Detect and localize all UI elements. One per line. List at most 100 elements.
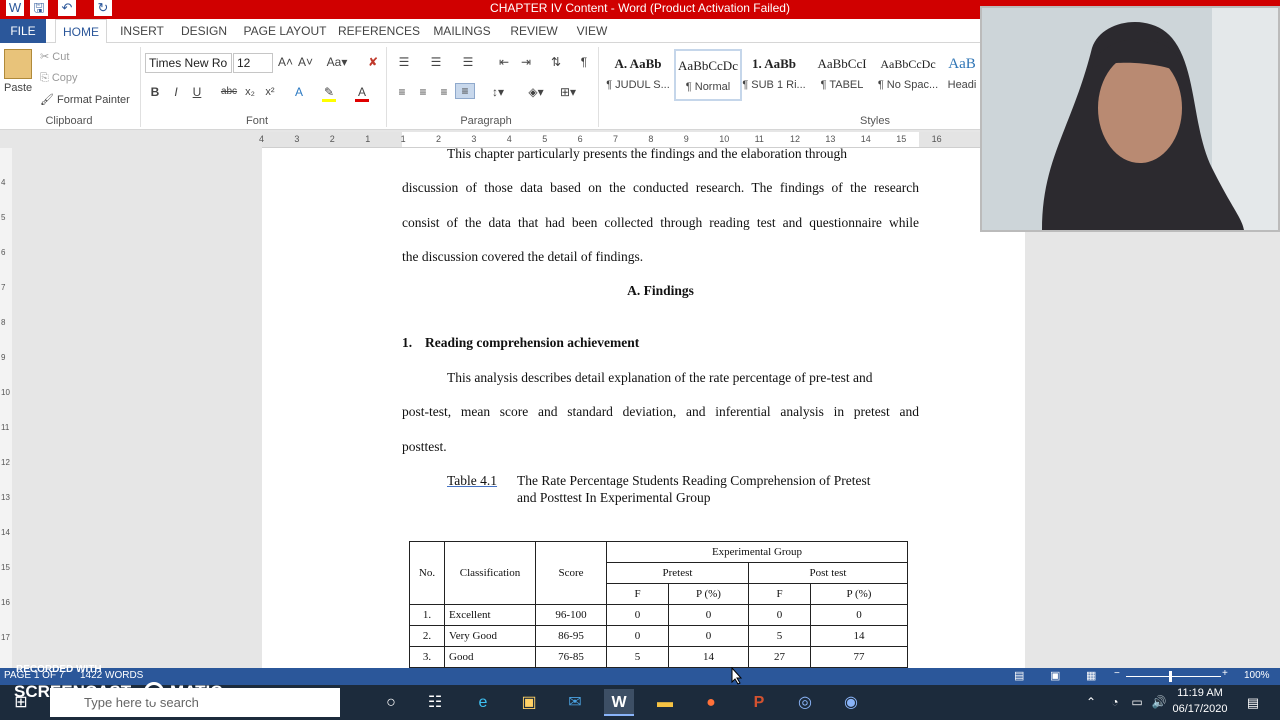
font-size-combo[interactable]: 12 <box>233 53 273 73</box>
decrease-indent-icon[interactable]: ⇤ <box>496 55 512 69</box>
header-score: Score <box>535 541 607 605</box>
powerpoint-icon[interactable]: P <box>744 689 774 716</box>
network-app-icon[interactable]: ◎ <box>790 689 820 716</box>
horizontal-ruler[interactable]: 4 3 2 1 1 2 3 4 5 6 7 8 9 10 11 12 13 14 15 16 <box>259 132 980 148</box>
grow-font-icon[interactable]: A˄ <box>278 55 293 69</box>
style-judul[interactable]: A. AaBb ¶ JUDUL S... <box>604 49 672 101</box>
align-center-icon[interactable]: ≡ <box>415 85 431 99</box>
clock-time[interactable]: 11:19 AM <box>1168 687 1232 699</box>
italic-icon[interactable]: I <box>169 85 183 99</box>
screen-recorder-icon[interactable]: ◉ <box>836 689 866 716</box>
cell-post-f: 5 <box>748 625 811 647</box>
cell-pre-f: 5 <box>606 646 669 668</box>
file-explorer-icon[interactable]: ▬ <box>650 689 680 716</box>
zoom-slider-thumb[interactable] <box>1169 671 1172 682</box>
notification-icon[interactable]: ▤ <box>1238 689 1268 716</box>
show-marks-icon[interactable]: ¶ <box>576 55 592 69</box>
style-tabel[interactable]: AaBbCcI ¶ TABEL <box>808 49 876 101</box>
style-preview: A. AaBb <box>614 56 662 71</box>
table-caption-label: Table 4.1 <box>447 473 498 488</box>
tab-mailings[interactable]: MAILINGS <box>430 19 494 43</box>
firefox-icon[interactable]: ● <box>696 689 726 716</box>
tab-references[interactable]: REFERENCES <box>338 19 420 43</box>
font-size-value: 12 <box>237 56 251 70</box>
font-color-icon[interactable]: A <box>355 85 369 102</box>
table-header-row: No. Classification Score Experimental Gr… <box>409 541 908 605</box>
tab-home[interactable]: HOME <box>55 19 107 44</box>
sort-icon[interactable]: ⇅ <box>548 55 564 69</box>
multilevel-list-icon[interactable]: ☰ <box>458 55 478 69</box>
cortana-icon[interactable]: ○ <box>376 689 406 716</box>
screencast-watermark: RECORDED WITH SCREENCAST MATIC <box>14 664 234 704</box>
style-normal[interactable]: AaBbCcDc ¶ Normal <box>674 49 742 101</box>
paste-icon[interactable] <box>4 49 32 79</box>
numbering-icon[interactable]: ☰ <box>426 55 446 69</box>
change-case-icon[interactable]: Aa▾ <box>324 55 350 69</box>
vertical-ruler-tick: 17 <box>1 633 10 642</box>
save-icon[interactable]: 🖫 <box>30 0 48 16</box>
zoom-level[interactable]: 100% <box>1244 670 1270 681</box>
shrink-font-icon[interactable]: A˅ <box>298 55 313 69</box>
line-spacing-icon[interactable]: ↕▾ <box>486 85 510 99</box>
tab-design[interactable]: DESIGN <box>178 19 230 43</box>
ruler-tick: 10 <box>719 134 730 144</box>
clock-date[interactable]: 06/17/2020 <box>1166 703 1234 715</box>
tab-page-layout[interactable]: PAGE LAYOUT <box>243 19 327 43</box>
borders-icon[interactable]: ⊞▾ <box>556 85 580 99</box>
font-name-combo[interactable]: Times New Ro <box>145 53 232 73</box>
redo-icon[interactable]: ↻ <box>94 0 112 16</box>
paragraph-line: This analysis describes detail explanati… <box>447 370 873 385</box>
strikethrough-icon[interactable]: abc <box>220 86 238 97</box>
zoom-slider[interactable] <box>1126 676 1221 677</box>
subscript-icon[interactable]: x₂ <box>243 86 257 98</box>
store-icon[interactable]: ▣ <box>514 689 544 716</box>
mail-icon[interactable]: ✉ <box>560 689 590 716</box>
cell-score: 86-95 <box>535 625 607 647</box>
word-logo-icon: W <box>6 0 24 16</box>
tab-view[interactable]: VIEW <box>572 19 612 43</box>
clear-format-icon[interactable]: ✘ <box>366 55 380 69</box>
justify-icon[interactable]: ≡ <box>455 83 475 99</box>
data-table[interactable]: No. Classification Score Experimental Gr… <box>409 541 908 668</box>
shading-icon[interactable]: ◈▾ <box>524 85 548 99</box>
paragraph-line: the discussion covered the detail of fin… <box>402 249 644 264</box>
zoom-in-icon[interactable]: + <box>1222 668 1228 679</box>
vertical-ruler-tick: 9 <box>1 353 6 362</box>
style-no-spacing[interactable]: AaBbCcDc ¶ No Spac... <box>874 49 942 101</box>
tab-file[interactable]: FILE <box>0 19 46 43</box>
copy-button[interactable]: ⎘ Copy <box>40 72 78 85</box>
vertical-ruler[interactable]: 4 5 6 7 8 9 10 11 12 13 14 15 16 17 <box>0 148 12 668</box>
paste-button[interactable]: Paste <box>4 82 32 94</box>
underline-icon[interactable]: U <box>190 85 204 99</box>
document-page[interactable]: This chapter particularly presents the f… <box>262 148 1025 668</box>
read-mode-icon[interactable]: ▤ <box>1014 669 1024 682</box>
bold-icon[interactable]: B <box>148 85 162 99</box>
format-painter-button[interactable]: 🖌 Format Painter <box>40 93 130 106</box>
style-name: ¶ SUB 1 Ri... <box>742 79 806 91</box>
group-divider <box>598 47 599 127</box>
watermark-logo-icon <box>144 682 164 702</box>
undo-icon[interactable]: ↶ <box>58 0 76 16</box>
web-layout-icon[interactable]: ▦ <box>1086 669 1096 682</box>
task-view-icon[interactable]: ☷ <box>420 689 450 716</box>
edge-icon[interactable]: e <box>468 689 498 716</box>
superscript-icon[interactable]: x² <box>263 86 277 98</box>
style-sub1[interactable]: 1. AaBb ¶ SUB 1 Ri... <box>740 49 808 101</box>
align-right-icon[interactable]: ≡ <box>436 85 452 99</box>
bullets-icon[interactable]: ☰ <box>394 55 414 69</box>
print-layout-icon[interactable]: ▣ <box>1050 669 1060 682</box>
style-preview: AaBbCcDc <box>678 58 738 73</box>
text-effects-icon[interactable]: A <box>292 85 306 99</box>
ruler-tick: 5 <box>542 134 548 144</box>
increase-indent-icon[interactable]: ⇥ <box>518 55 534 69</box>
cut-button[interactable]: ✂ Cut <box>40 50 69 63</box>
word-taskbar-icon[interactable]: W <box>604 689 634 716</box>
highlight-icon[interactable]: ✎ <box>322 85 336 102</box>
paragraph-line: consist of the data that had been collec… <box>402 215 919 230</box>
tab-review[interactable]: REVIEW <box>506 19 562 43</box>
zoom-out-icon[interactable]: − <box>1114 668 1120 679</box>
tab-insert[interactable]: INSERT <box>116 19 168 43</box>
style-heading[interactable]: AaB Headi <box>944 49 980 101</box>
table-row: 1. Excellent 96-100 0 0 0 0 <box>409 604 908 626</box>
align-left-icon[interactable]: ≡ <box>394 85 410 99</box>
